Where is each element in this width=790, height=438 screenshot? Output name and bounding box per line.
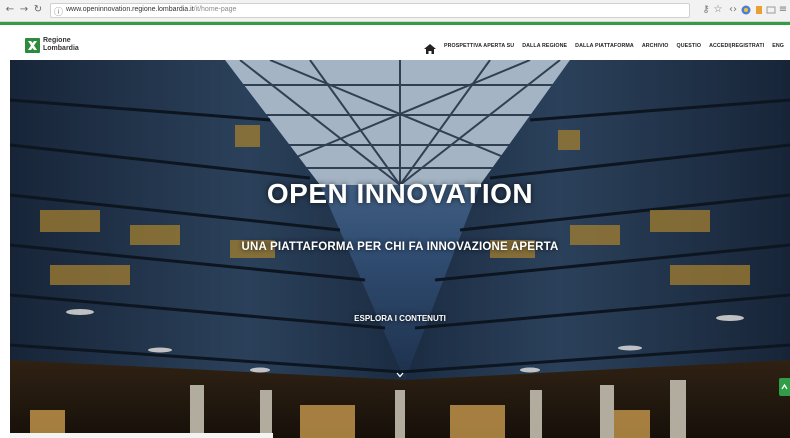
site-header: Regione Lombardia PROSPETTIVA APERTA SU …: [0, 25, 790, 60]
extension-icon[interactable]: [765, 4, 777, 16]
star-icon[interactable]: ☆: [712, 4, 724, 16]
nav-accedi-registrati[interactable]: ACCEDI|REGISTRATI: [709, 43, 764, 49]
browser-toolbar: ← → ↻ ⓘ www.openinnovation.regione.lomba…: [0, 0, 790, 22]
side-tab-button[interactable]: [779, 378, 790, 396]
back-arrow-icon[interactable]: ←: [4, 4, 16, 16]
home-icon[interactable]: [424, 41, 436, 54]
bookmark-icon[interactable]: [753, 4, 765, 16]
regione-lombardia-logo[interactable]: Regione Lombardia: [25, 37, 85, 55]
nav-questio[interactable]: QUESTIO: [677, 43, 702, 49]
logo-mark: [25, 38, 40, 53]
main-nav: PROSPETTIVA APERTA SU DALLA REGIONE DALL…: [424, 39, 784, 54]
info-icon[interactable]: ⓘ: [54, 5, 63, 18]
logo-text: Regione Lombardia: [43, 37, 79, 52]
reload-icon[interactable]: ↻: [32, 4, 44, 16]
nav-dalla-regione[interactable]: DALLA REGIONE: [522, 43, 567, 49]
hero-banner: OPEN INNOVATION UNA PIATTAFORMA PER CHI …: [10, 60, 790, 438]
nav-archivio[interactable]: ARCHIVIO: [642, 43, 669, 49]
extension-icon[interactable]: [740, 4, 752, 16]
hero-title: OPEN INNOVATION: [266, 178, 534, 209]
chevron-down-icon[interactable]: [396, 365, 404, 378]
status-strip: [10, 433, 273, 438]
nav-language-eng[interactable]: ENG: [772, 43, 784, 49]
nav-prospettiva-aperta-su[interactable]: PROSPETTIVA APERTA SU: [444, 43, 514, 49]
key-icon[interactable]: ⚷: [700, 4, 712, 16]
menu-icon[interactable]: ≡: [777, 4, 789, 16]
url-host: www.openinnovation.regione.lombardia.it: [66, 6, 194, 13]
url-path: /it/home-page: [193, 6, 237, 13]
chevron-up-icon: [781, 383, 788, 390]
nav-dalla-piattaforma[interactable]: DALLA PIATTAFORMA: [575, 43, 634, 49]
hero-subtitle: UNA PIATTAFORMA PER CHI FA INNOVAZIONE A…: [241, 241, 559, 253]
forward-arrow-icon[interactable]: →: [18, 4, 30, 16]
address-url: www.openinnovation.regione.lombardia.it/…: [66, 6, 236, 13]
explore-content-link[interactable]: ESPLORA I CONTENUTI: [350, 314, 450, 323]
code-icon[interactable]: ‹›: [727, 4, 739, 16]
address-bar[interactable]: ⓘ www.openinnovation.regione.lombardia.i…: [50, 3, 690, 18]
